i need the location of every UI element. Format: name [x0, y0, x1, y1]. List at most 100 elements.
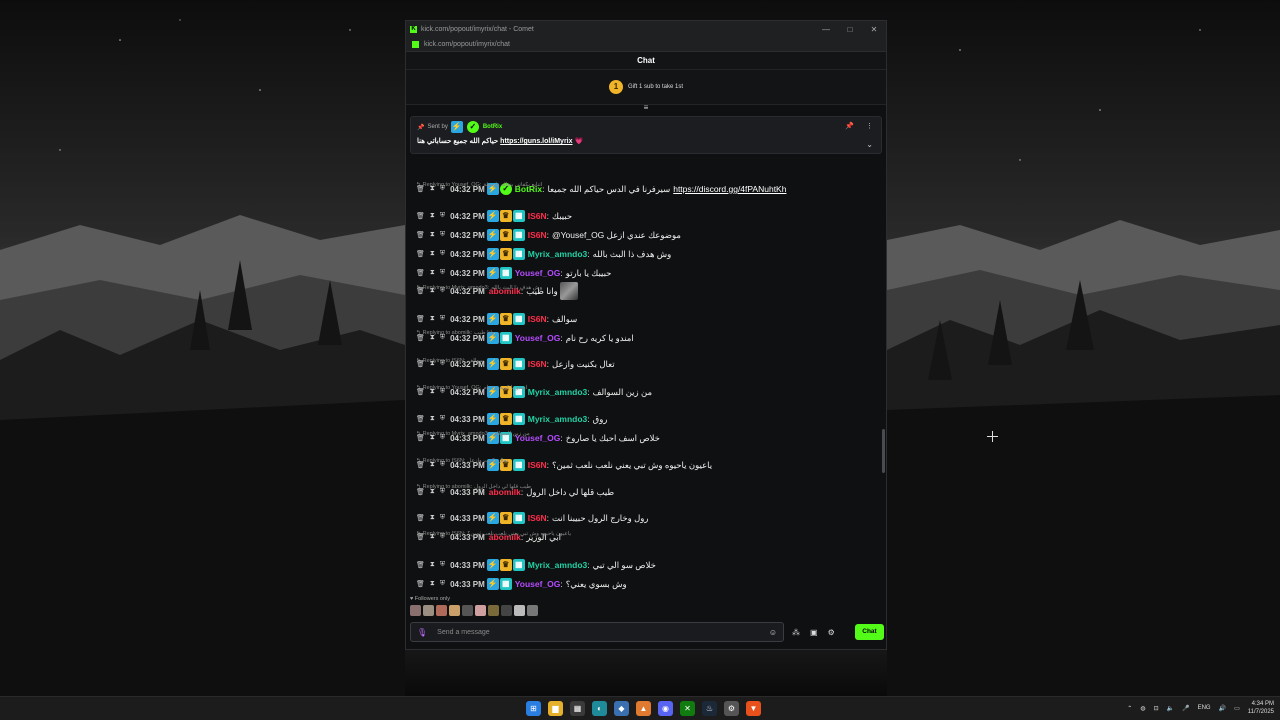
reply-context[interactable]: ↰ Replying to Yousef_OG: امندو يا كريه رح … — [416, 384, 716, 392]
chatter-avatar[interactable] — [514, 605, 525, 616]
timeout-icon[interactable]: ⧗ — [430, 250, 435, 258]
minimize-button[interactable]: — — [814, 25, 838, 34]
ban-icon[interactable]: ⛨ — [440, 514, 445, 522]
chatter-avatar[interactable] — [488, 605, 499, 616]
crown-badge-icon[interactable]: ♛ — [499, 313, 512, 325]
chat-message[interactable]: 🗑 ⧗ ⛨ 04:32 PM ⚡ ♛ ▦ IS6N: سوالف — [416, 312, 878, 326]
gift-badge-icon[interactable]: ▦ — [512, 559, 525, 571]
brave-browser-icon[interactable]: ▼ — [746, 701, 761, 716]
chat-message[interactable]: 🗑 ⧗ ⛨ 04:33 PM ⚡ ▦ Yousef_OG: وش بسوي يعني؟ — [416, 577, 878, 591]
sub-goal-bar[interactable]: 1 Gift 1 sub to take 1st — [406, 70, 886, 105]
crown-badge-icon[interactable]: ♛ — [499, 512, 512, 524]
calendar-app-icon[interactable]: ▦ — [570, 701, 585, 716]
chatgpt-icon[interactable]: ⚙ — [724, 701, 739, 716]
sub-badge-icon[interactable]: ⚡ — [486, 578, 499, 590]
ban-icon[interactable]: ⛨ — [440, 212, 445, 220]
username[interactable]: Myrix_amndo3 — [528, 560, 588, 570]
reply-context[interactable]: ↰ Replying to IS6N: ياعيون ياحيوه وش تبي ي… — [416, 530, 716, 538]
reply-context[interactable]: ↰ Replying to abomilk: وانا طيب — [416, 329, 716, 337]
settings-gear-icon[interactable]: ⚙ — [828, 628, 835, 637]
crown-badge-icon[interactable]: ♛ — [499, 248, 512, 260]
chat-message[interactable]: 🗑 ⧗ ⛨ 04:33 PM ⚡ ♛ ▦ Myrix_amndo3: خلاص سو الي ت… — [416, 558, 878, 572]
tray-app-icon[interactable]: ◍ — [1140, 705, 1145, 712]
gift-icon[interactable]: ▣ — [810, 628, 818, 637]
chevron-up-icon[interactable]: ⌃ — [1127, 705, 1132, 712]
maximize-button[interactable]: □ — [838, 25, 862, 34]
speaker-icon[interactable]: 🔊 — [1219, 705, 1226, 712]
comet-browser-icon[interactable]: ◐ — [592, 701, 607, 716]
timeout-icon[interactable]: ⧗ — [430, 231, 435, 239]
timeout-icon[interactable]: ⧗ — [430, 561, 435, 569]
delete-icon[interactable]: 🗑 — [416, 250, 425, 258]
mic-tray-icon[interactable]: 🎤 — [1182, 705, 1189, 712]
sub-badge-icon[interactable]: ⚡ — [486, 313, 499, 325]
discord-icon[interactable]: ◉ — [658, 701, 673, 716]
chatter-avatar[interactable] — [423, 605, 434, 616]
chatter-avatar[interactable] — [501, 605, 512, 616]
menu-lines-icon[interactable]: ≡ — [641, 104, 651, 112]
chatter-avatar[interactable] — [410, 605, 421, 616]
timeout-icon[interactable]: ⧗ — [430, 269, 435, 277]
chat-message[interactable]: 🗑 ⧗ ⛨ 04:33 PM ⚡ ♛ ▦ IS6N: رول وخارج الرول حبيبن… — [416, 511, 878, 525]
gift-badge-icon[interactable]: ▦ — [512, 229, 525, 241]
delete-icon[interactable]: 🗑 — [416, 212, 425, 220]
steam-icon[interactable]: ♨ — [702, 701, 717, 716]
username[interactable]: Myrix_amndo3 — [528, 249, 588, 259]
kicks-icon[interactable]: ⁂ — [792, 628, 800, 637]
reply-context[interactable]: ↰ Replying to Myrix_amndo3: وش هدف ذا البث… — [416, 284, 716, 292]
username[interactable]: Yousef_OG — [515, 579, 561, 589]
message-input[interactable]: 🎙 Send a message ☺ — [410, 622, 784, 642]
pinned-sender[interactable]: BotRix — [483, 124, 502, 130]
gift-badge-icon[interactable]: ▦ — [499, 578, 512, 590]
timeout-icon[interactable]: ⧗ — [430, 580, 435, 588]
username[interactable]: Yousef_OG — [515, 268, 561, 278]
start-menu-icon[interactable]: ⊞ — [526, 701, 541, 716]
gift-badge-icon[interactable]: ▦ — [512, 413, 525, 425]
crown-badge-icon[interactable]: ♛ — [499, 229, 512, 241]
gift-badge-icon[interactable]: ▦ — [512, 313, 525, 325]
ban-icon[interactable]: ⛨ — [440, 580, 445, 588]
timeout-icon[interactable]: ⧗ — [430, 514, 435, 522]
address-bar[interactable]: kick.com/popout/imyrix/chat — [406, 37, 886, 52]
chat-message[interactable]: 🗑 ⧗ ⛨ 04:32 PM ⚡ ▦ Yousef_OG: حبيبك يا بارتو — [416, 266, 878, 280]
microphone-icon[interactable]: 🎙 — [417, 628, 427, 637]
timeout-icon[interactable]: ⧗ — [430, 315, 435, 323]
username[interactable]: Myrix_amndo3 — [528, 414, 588, 424]
ban-icon[interactable]: ⛨ — [440, 561, 445, 569]
reply-context[interactable]: ↰ Replying to Yousef_OG: اتنابع بكفاتي بنع… — [416, 181, 716, 189]
chat-scrollbar[interactable] — [882, 429, 885, 473]
reply-context[interactable]: ↰ Replying to IS6N: تعال بكنيت وازعل — [416, 457, 716, 465]
file-explorer-icon[interactable]: ▆ — [548, 701, 563, 716]
chat-messages-list[interactable]: 🗑 ⧗ ⛨ 04:32 PM ⚡ ✓ BotRix: سيرفرنا في الدس حياك… — [406, 157, 886, 593]
monitor-icon[interactable]: ▭ — [1234, 705, 1240, 712]
sub-badge-icon[interactable]: ⚡ — [486, 559, 499, 571]
delete-icon[interactable]: 🗑 — [416, 231, 425, 239]
username[interactable]: IS6N — [528, 230, 547, 240]
username[interactable]: IS6N — [528, 314, 547, 324]
pinned-link[interactable]: https://guns.lol/iMyrix — [500, 138, 572, 145]
tool-app-icon[interactable]: ▲ — [636, 701, 651, 716]
emoji-icon[interactable]: ☺ — [769, 628, 777, 637]
sub-badge-icon[interactable]: ⚡ — [486, 229, 499, 241]
timeout-icon[interactable]: ⧗ — [430, 212, 435, 220]
sub-badge-icon[interactable]: ⚡ — [486, 413, 499, 425]
delete-icon[interactable]: 🗑 — [416, 315, 425, 323]
delete-icon[interactable]: 🗑 — [416, 514, 425, 522]
close-button[interactable]: ✕ — [862, 25, 886, 34]
gift-badge-icon[interactable]: ▦ — [512, 512, 525, 524]
delete-icon[interactable]: 🗑 — [416, 580, 425, 588]
delete-icon[interactable]: 🗑 — [416, 415, 425, 423]
chat-message[interactable]: 🗑 ⧗ ⛨ 04:32 PM ⚡ ♛ ▦ IS6N: @Yousef_OG موضوعك عند… — [416, 228, 878, 242]
ban-icon[interactable]: ⛨ — [440, 250, 445, 258]
crown-badge-icon[interactable]: ♛ — [499, 559, 512, 571]
chat-message[interactable]: 🗑 ⧗ ⛨ 04:33 PM ⚡ ♛ ▦ Myrix_amndo3: روق — [416, 412, 878, 426]
reply-context[interactable]: ↰ Replying to IS6N: سوالف — [416, 357, 716, 365]
send-chat-button[interactable]: Chat — [855, 624, 884, 640]
username[interactable]: IS6N — [528, 513, 547, 523]
delete-icon[interactable]: 🗑 — [416, 561, 425, 569]
ban-icon[interactable]: ⛨ — [440, 415, 445, 423]
chat-message[interactable]: 🗑 ⧗ ⛨ 04:32 PM ⚡ ♛ ▦ IS6N: حبيبك — [416, 209, 878, 223]
tray-app-icon[interactable]: ⊡ — [1154, 705, 1159, 712]
sub-badge-icon[interactable]: ⚡ — [486, 248, 499, 260]
gift-badge-icon[interactable]: ▦ — [512, 210, 525, 222]
